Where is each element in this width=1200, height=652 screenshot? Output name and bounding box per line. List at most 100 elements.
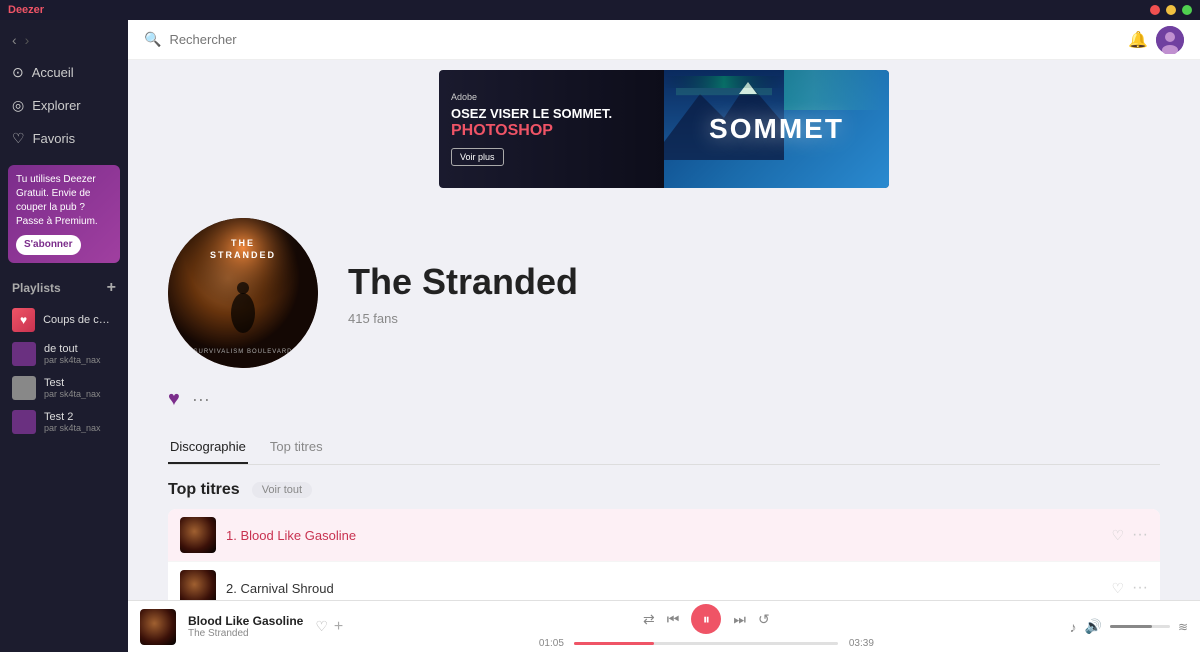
total-time: 03:39 xyxy=(846,638,876,649)
play-pause-button[interactable]: ⏸ xyxy=(691,604,721,634)
ad-wrapper: Adobe OSEZ VISER LE SOMMET. PHOTOSHOP Vo… xyxy=(128,60,1200,198)
sidebar-item-favoris[interactable]: ♡ Favoris xyxy=(0,122,128,155)
sidebar-item-explorer[interactable]: ◎ Explorer xyxy=(0,89,128,122)
progress-fill xyxy=(574,642,653,645)
promo-text: Tu utilises Deezer Gratuit. Envie de cou… xyxy=(16,174,98,227)
tab-top-titres[interactable]: Top titres xyxy=(268,431,325,464)
tabs: Discographie Top titres xyxy=(168,431,1160,465)
progress-bar[interactable] xyxy=(574,642,838,645)
top-titres-header: Top titres Voir tout xyxy=(168,481,1160,499)
voir-tout-top-button[interactable]: Voir tout xyxy=(252,482,312,498)
artist-section: THE STRANDED SURVIVALISM BOULEVARD The S… xyxy=(128,198,1200,600)
repeat-button[interactable]: ↺ xyxy=(758,611,770,628)
playlists-header: Playlists + xyxy=(0,273,128,303)
player-right-controls: ♪ 🔊 ≋ xyxy=(1070,618,1189,635)
playlist-by-detout: par sk4ta_nax xyxy=(44,355,101,365)
minimize-button[interactable] xyxy=(1166,5,1176,15)
artist-cover-image: THE STRANDED SURVIVALISM BOULEVARD xyxy=(168,218,318,368)
subscribe-button[interactable]: S'abonner xyxy=(16,235,81,255)
top-titres-label: Top titres xyxy=(168,481,240,499)
ad-product: PHOTOSHOP xyxy=(451,121,652,140)
search-input[interactable] xyxy=(169,32,1120,47)
bell-icon[interactable]: 🔔 xyxy=(1128,30,1148,50)
track-heart-button[interactable]: ♡ xyxy=(1111,527,1124,544)
progress-row: 01:05 03:39 xyxy=(536,638,876,649)
track-more-button[interactable]: ··· xyxy=(1132,526,1148,544)
previous-button[interactable]: ⏮ xyxy=(667,611,680,628)
track-thumb-img xyxy=(180,517,216,553)
player-like-button[interactable]: ♡ xyxy=(315,618,328,635)
sidebar-label-explorer: Explorer xyxy=(32,98,80,113)
playlist-item-detout[interactable]: de tout par sk4ta_nax xyxy=(0,337,128,371)
close-button[interactable] xyxy=(1150,5,1160,15)
playlist-name-coups: Coups de cœur xyxy=(43,314,116,326)
sidebar: ‹ › ⊙ Accueil ◎ Explorer ♡ Favoris Tu ut… xyxy=(0,20,128,652)
playlist-thumb-test xyxy=(12,376,36,400)
playlist-item-test2[interactable]: Test 2 par sk4ta_nax xyxy=(0,405,128,439)
ad-banner[interactable]: Adobe OSEZ VISER LE SOMMET. PHOTOSHOP Vo… xyxy=(439,70,889,188)
track-thumbnail xyxy=(180,517,216,553)
player-track-name: Blood Like Gasoline xyxy=(188,614,303,628)
window-controls xyxy=(1150,5,1192,15)
player-add-button[interactable]: + xyxy=(334,618,343,636)
player-controls: ⇄ ⏮ ⏸ ⏭ ↺ xyxy=(643,604,770,634)
track-row[interactable]: 2. Carnival Shroud ♡ ··· xyxy=(168,562,1160,600)
main-content: 🔍 🔔 Adobe OSEZ VISER LE SOMMET. xyxy=(128,20,1200,652)
ad-mountain-text: SOMMET xyxy=(709,113,844,145)
ad-left: Adobe OSEZ VISER LE SOMMET. PHOTOSHOP Vo… xyxy=(439,70,664,188)
ad-headline: OSEZ VISER LE SOMMET. PHOTOSHOP xyxy=(451,106,652,141)
playlist-by-test: par sk4ta_nax xyxy=(44,389,101,399)
maximize-button[interactable] xyxy=(1182,5,1192,15)
quality-icon[interactable]: ≋ xyxy=(1178,620,1188,634)
track-thumb-img xyxy=(180,570,216,600)
shuffle-button[interactable]: ⇄ xyxy=(643,611,655,628)
next-button[interactable]: ⏭ xyxy=(733,611,746,628)
artist-info: The Stranded 415 fans xyxy=(348,261,1160,326)
home-icon: ⊙ xyxy=(12,64,24,81)
player-center: ⇄ ⏮ ⏸ ⏭ ↺ 01:05 03:39 xyxy=(355,604,1057,649)
svg-text:THE: THE xyxy=(231,238,255,248)
avatar-image xyxy=(1156,26,1184,54)
playlist-info-detout: de tout par sk4ta_nax xyxy=(44,343,101,365)
track-more-button[interactable]: ··· xyxy=(1132,579,1148,597)
lyrics-icon[interactable]: ♪ xyxy=(1070,619,1077,635)
playlist-name-detout: de tout xyxy=(44,343,101,355)
favorite-button[interactable]: ♥ xyxy=(168,388,180,411)
content-scroll[interactable]: Adobe OSEZ VISER LE SOMMET. PHOTOSHOP Vo… xyxy=(128,60,1200,600)
ad-right: SOMMET xyxy=(664,70,889,188)
playlist-name-test: Test xyxy=(44,377,101,389)
playlist-thumb-test2 xyxy=(12,410,36,434)
volume-icon[interactable]: 🔊 xyxy=(1085,618,1102,635)
forward-button[interactable]: › xyxy=(25,32,30,48)
sidebar-item-accueil[interactable]: ⊙ Accueil xyxy=(0,56,128,89)
artist-actions: ♥ ··· xyxy=(168,388,1160,411)
app-logo: Deezer xyxy=(8,4,44,16)
artist-name: The Stranded xyxy=(348,261,1160,303)
ad-cta-button[interactable]: Voir plus xyxy=(451,148,504,166)
search-bar: 🔍 🔔 xyxy=(128,20,1200,60)
pause-icon: ⏸ xyxy=(703,611,710,628)
back-button[interactable]: ‹ xyxy=(12,32,17,48)
playlist-item-test[interactable]: Test par sk4ta_nax xyxy=(0,371,128,405)
playlist-info-test: Test par sk4ta_nax xyxy=(44,377,101,399)
playlist-thumb-detout xyxy=(12,342,36,366)
track-actions: ♡ ··· xyxy=(1111,526,1148,544)
more-options-button[interactable]: ··· xyxy=(192,389,210,410)
promo-box: Tu utilises Deezer Gratuit. Envie de cou… xyxy=(8,165,120,263)
explore-icon: ◎ xyxy=(12,97,24,114)
playlists-label: Playlists xyxy=(12,281,61,295)
tab-discographie[interactable]: Discographie xyxy=(168,431,248,464)
svg-text:SURVIVALISM BOULEVARD: SURVIVALISM BOULEVARD xyxy=(193,349,292,355)
favorites-icon: ♡ xyxy=(12,130,25,147)
volume-slider[interactable] xyxy=(1110,625,1170,628)
track-title: 1. Blood Like Gasoline xyxy=(226,528,1111,543)
user-avatar[interactable] xyxy=(1156,26,1184,54)
svg-text:STRANDED: STRANDED xyxy=(210,250,276,260)
playlist-item-coups[interactable]: ♥ Coups de cœur xyxy=(0,303,128,337)
player-artist-name: The Stranded xyxy=(188,628,303,639)
track-heart-button[interactable]: ♡ xyxy=(1111,580,1124,597)
track-row[interactable]: 1. Blood Like Gasoline ♡ ··· xyxy=(168,509,1160,562)
add-playlist-button[interactable]: + xyxy=(107,279,116,297)
player-bar: Blood Like Gasoline The Stranded ♡ + ⇄ ⏮… xyxy=(128,600,1200,652)
current-time: 01:05 xyxy=(536,638,566,649)
